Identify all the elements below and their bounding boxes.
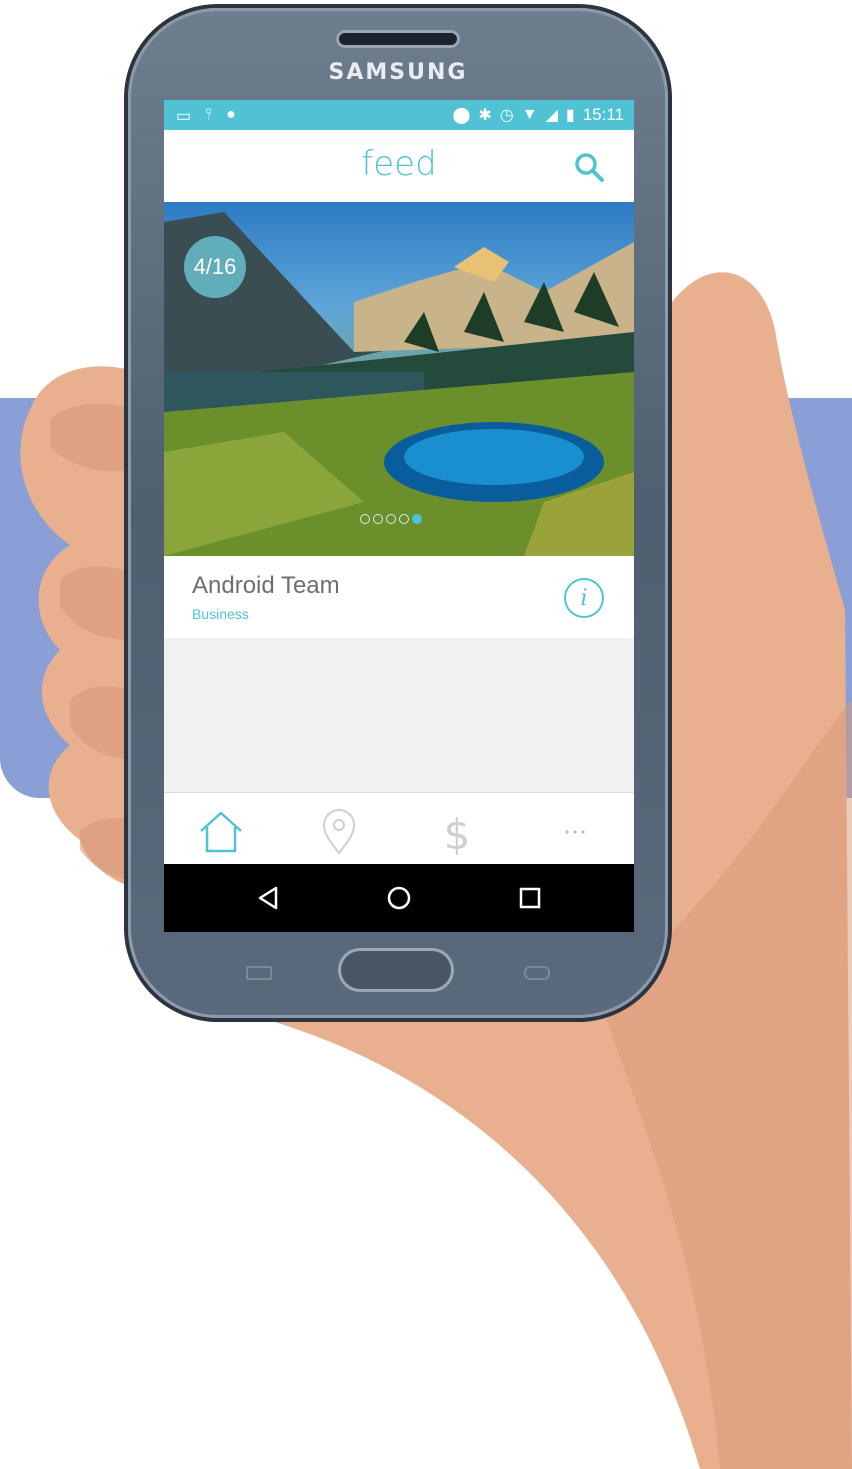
pagination-dot[interactable] — [386, 514, 396, 524]
search-icon[interactable] — [572, 150, 606, 184]
location-status-icon: ⬤ — [452, 107, 471, 124]
more-icon[interactable] — [550, 807, 600, 857]
dollar-icon[interactable]: $ — [432, 807, 482, 857]
card-title: Android Team — [192, 572, 340, 599]
home-circle-icon[interactable] — [385, 884, 413, 912]
pagination-dot[interactable] — [360, 514, 370, 524]
feed-card[interactable]: Android Team Business i — [164, 556, 634, 638]
info-icon[interactable]: i — [564, 578, 604, 618]
usb-icon: ⫯ — [205, 106, 213, 123]
photo-counter-badge: 4/16 — [184, 236, 246, 298]
bluetooth-icon: ✱ — [478, 107, 492, 124]
status-notifications: ▭ ⫯ ● — [176, 106, 236, 126]
svg-text:$: $ — [444, 810, 471, 857]
pagination-dot[interactable] — [373, 514, 383, 524]
system-navigation-bar — [164, 864, 634, 932]
menu-hardware-key[interactable] — [246, 966, 272, 980]
status-bar: ▭ ⫯ ● ⬤ ✱ ◷ ▼ ◢ ▮ 15:11 — [164, 100, 634, 130]
page-title: feed — [361, 144, 437, 184]
bottom-navigation: $ — [164, 792, 634, 865]
wifi-icon: ▼ — [521, 106, 538, 123]
android-notification-icon: ● — [226, 106, 236, 123]
back-icon[interactable] — [254, 884, 282, 912]
status-time: 15:11 — [582, 105, 624, 124]
battery-icon: ▮ — [565, 107, 575, 124]
back-hardware-key[interactable] — [524, 966, 550, 980]
status-system: ⬤ ✱ ◷ ▼ ◢ ▮ 15:11 — [452, 105, 624, 125]
pagination-dot-active[interactable] — [412, 514, 422, 524]
speaker-grille — [336, 30, 460, 48]
signal-icon: ◢ — [545, 107, 558, 124]
app-bar: feed — [164, 130, 634, 202]
device-brand: SAMSUNG — [328, 60, 468, 85]
image-notification-icon: ▭ — [176, 108, 192, 125]
home-hardware-button[interactable] — [338, 948, 454, 992]
recents-icon[interactable] — [516, 884, 544, 912]
location-pin-icon[interactable] — [314, 807, 364, 857]
carousel-pagination[interactable] — [360, 514, 422, 524]
feed-hero-image[interactable]: 4/16 — [164, 202, 634, 556]
home-icon[interactable] — [196, 807, 246, 857]
phone-screen: ▭ ⫯ ● ⬤ ✱ ◷ ▼ ◢ ▮ 15:11 feed 4/16 Androi… — [164, 100, 634, 932]
card-category: Business — [192, 606, 249, 622]
pagination-dot[interactable] — [399, 514, 409, 524]
alarm-icon: ◷ — [499, 107, 514, 124]
